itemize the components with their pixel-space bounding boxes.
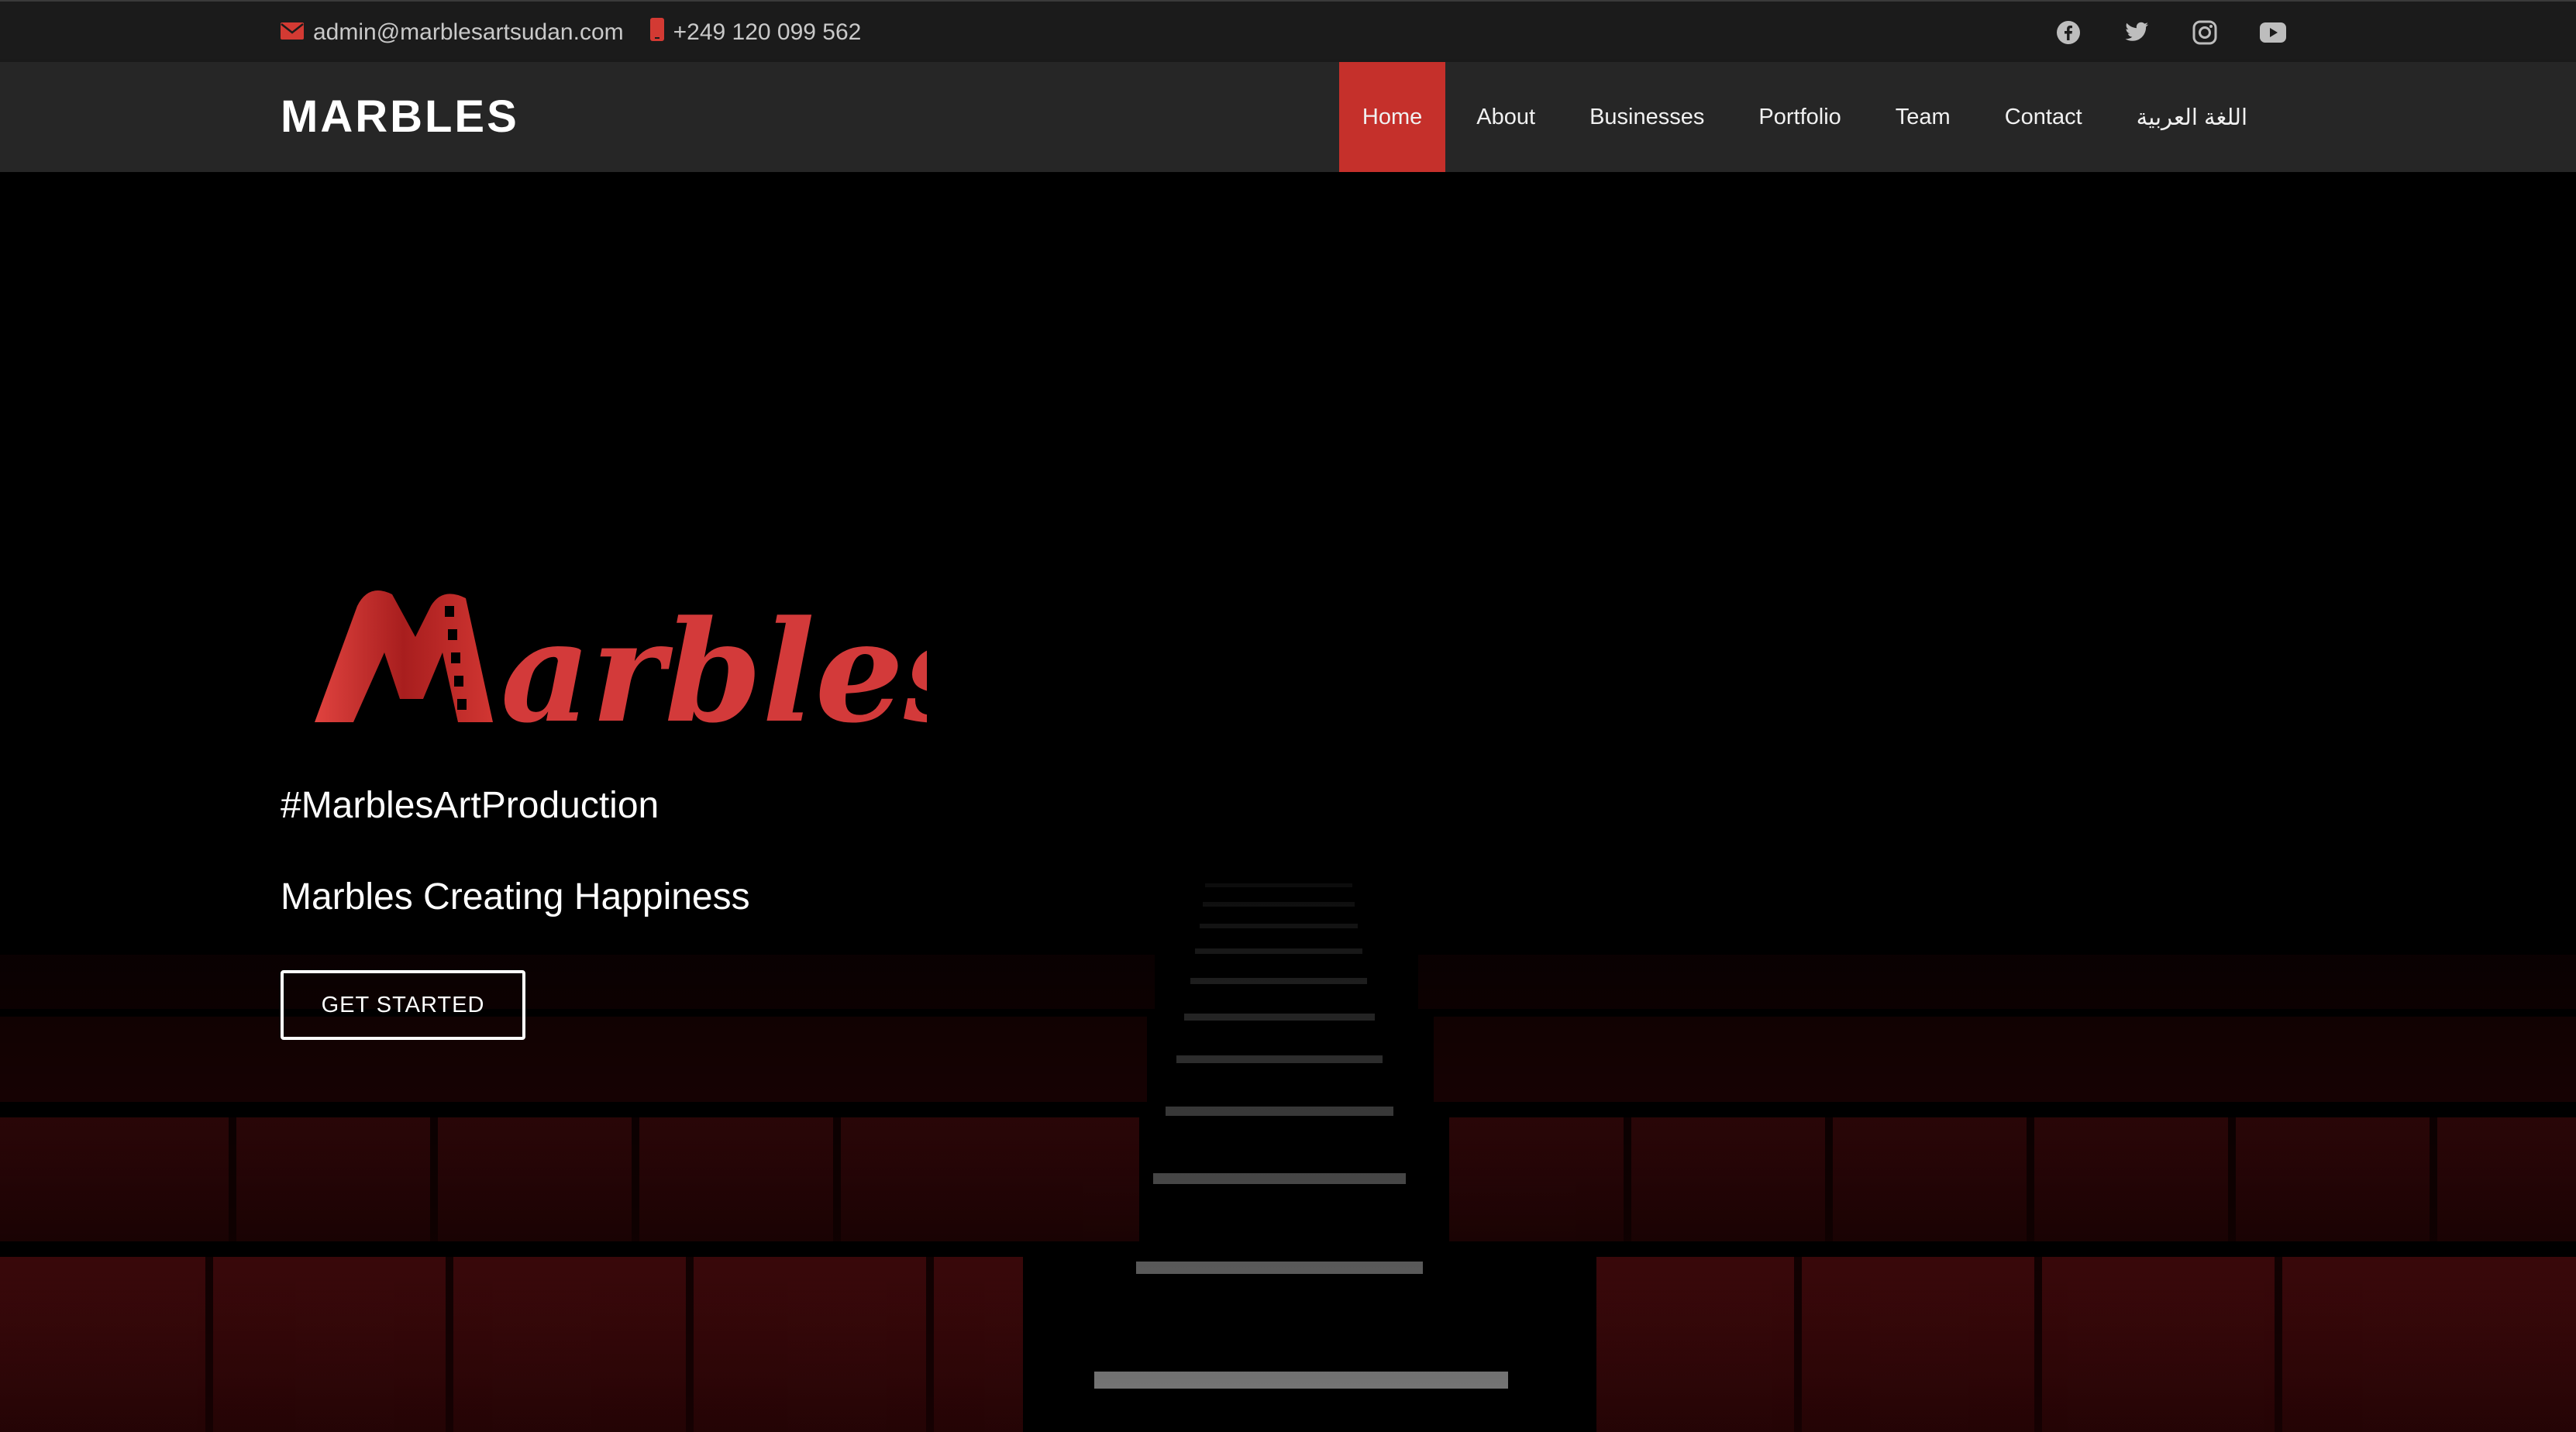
email-link[interactable]: admin@marblesartsudan.com — [281, 19, 624, 46]
nav-item-home[interactable]: Home — [1338, 62, 1446, 172]
hero-tagline: Marbles Creating Happiness — [281, 876, 750, 917]
hashtag-text: #MarblesArtProduction — [281, 785, 659, 826]
nav-item-arabic[interactable]: اللغة العربية — [2113, 62, 2271, 172]
nav-item-about[interactable]: About — [1453, 62, 1558, 172]
phone-link[interactable]: +249 120 099 562 — [649, 18, 862, 47]
envelope-icon — [281, 19, 304, 46]
email-text: admin@marblesartsudan.com — [313, 19, 624, 45]
get-started-button[interactable]: GET STARTED — [281, 970, 525, 1040]
youtube-icon[interactable] — [2260, 19, 2286, 46]
nav-item-businesses[interactable]: Businesses — [1566, 62, 1727, 172]
marbles-logo: arbles — [315, 575, 983, 754]
facebook-icon[interactable] — [2055, 19, 2082, 46]
social-links — [2055, 2, 2286, 64]
brand-logo-text[interactable]: MARBLES — [281, 62, 519, 172]
logo-text: arbles — [501, 590, 927, 738]
twitter-icon[interactable] — [2123, 19, 2150, 46]
mobile-phone-icon — [649, 18, 664, 47]
nav-menu: Home About Businesses Portfolio Team Con… — [1338, 62, 2271, 172]
top-info-bar: admin@marblesartsudan.com +249 120 099 5… — [0, 0, 2576, 62]
phone-text: +249 120 099 562 — [673, 19, 862, 45]
nav-item-team[interactable]: Team — [1872, 62, 1974, 172]
main-navbar: MARBLES Home About Businesses Portfolio … — [0, 62, 2576, 172]
nav-item-portfolio[interactable]: Portfolio — [1735, 62, 1864, 172]
nav-item-contact[interactable]: Contact — [1982, 62, 2106, 172]
instagram-icon[interactable] — [2192, 19, 2218, 46]
hero-section: arbles #MarblesArtProduction Marbles Cre… — [0, 172, 2576, 1432]
contact-info: admin@marblesartsudan.com +249 120 099 5… — [281, 2, 861, 64]
